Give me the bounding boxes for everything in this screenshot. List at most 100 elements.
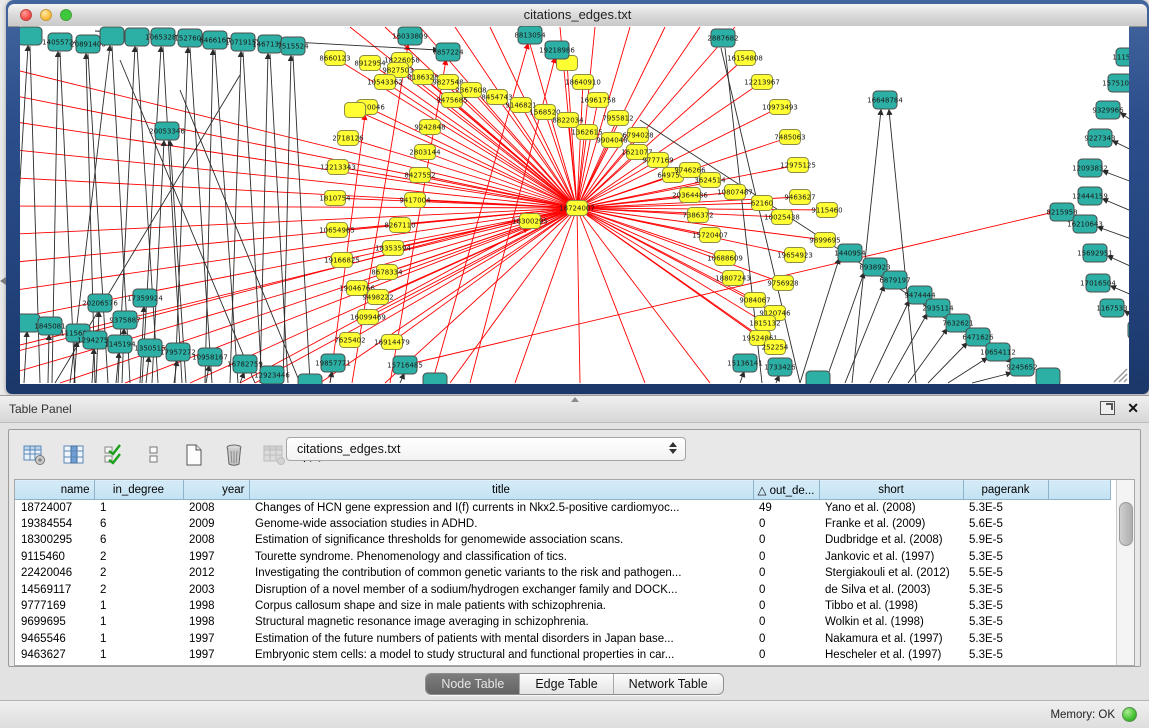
table-cell[interactable]: Genome-wide association studies in ADHD. [249,516,753,532]
column-select-icon[interactable] [61,442,87,468]
table-cell[interactable]: 1998 [183,598,249,614]
teal-node[interactable]: 17359924 [127,289,163,307]
table-cell[interactable]: Structural magnetic resonance image aver… [249,614,753,630]
table-cell[interactable]: 0 [753,565,819,581]
yellow-node[interactable]: 2718126 [332,131,364,146]
yellow-node[interactable]: 12213967 [744,75,780,90]
teal-node[interactable]: 1145194 [104,335,136,353]
teal-node[interactable]: 20053346 [149,122,185,140]
table-cell[interactable]: 2008 [183,532,249,548]
table-row[interactable]: 1872400712008Changes of HCN gene express… [15,500,1111,516]
table-cell[interactable]: 0 [753,647,819,663]
table-cell[interactable]: 5.3E-5 [963,581,1048,597]
network-canvas[interactable]: 1872400718300295866012389129541822605898… [20,26,1129,384]
yellow-node[interactable]: 8267110 [384,218,415,233]
yellow-node[interactable]: 16154808 [727,51,763,66]
table-cell[interactable]: 2012 [183,565,249,581]
teal-node[interactable] [100,27,124,45]
teal-node[interactable]: 15716485 [387,356,423,374]
tab-node-table[interactable]: Node Table [426,674,520,694]
table-cell[interactable]: 1 [94,598,183,614]
yellow-node[interactable]: 10025438 [764,210,800,225]
column-header-title[interactable]: title [249,481,753,500]
table-cell[interactable]: 18300295 [15,532,94,548]
table-cell[interactable]: 9115460 [15,549,94,565]
teal-node[interactable]: 10958167 [192,348,228,366]
yellow-node[interactable]: 9115460 [811,203,842,218]
table-cell[interactable]: 0 [753,581,819,597]
table-cell[interactable]: 1 [94,614,183,630]
delete-icon[interactable] [221,442,247,468]
yellow-node[interactable]: 12975125 [780,158,816,173]
yellow-node[interactable]: 10688609 [707,251,743,266]
resize-grip[interactable] [1114,369,1127,382]
yellow-node[interactable]: 9756928 [767,276,798,291]
yellow-node[interactable]: 15720407 [692,228,728,243]
column-header-name[interactable]: name [15,481,94,500]
table-cell[interactable]: Disruption of a novel member of a sodium… [249,581,753,597]
table-cell[interactable]: 5.6E-5 [963,516,1048,532]
table-panel-header[interactable]: Table Panel ✕ [0,396,1149,423]
table-cell[interactable]: Estimation of significance thresholds fo… [249,532,753,548]
teal-node[interactable]: 9329966 [1092,101,1124,119]
table-cell[interactable]: 5.9E-5 [963,532,1048,548]
table-cell[interactable]: 2009 [183,516,249,532]
yellow-node[interactable]: 1810754 [319,191,351,206]
yellow-node[interactable]: 2803144 [409,145,441,160]
teal-node[interactable] [1128,321,1129,339]
table-cell[interactable]: Dudbridge et al. (2008) [819,532,963,548]
yellow-node[interactable]: 8427552 [404,168,435,183]
table-vertical-scrollbar[interactable] [1116,480,1134,665]
table-cell[interactable]: 22420046 [15,565,94,581]
close-panel-icon[interactable]: ✕ [1127,402,1139,414]
teal-node[interactable]: 9227343 [1084,129,1115,147]
table-row[interactable]: 946362711997Embryonic stem cells: a mode… [15,647,1111,663]
table-cell[interactable]: Changes of HCN gene expression and I(f) … [249,500,753,516]
teal-node[interactable]: 7515524 [277,37,309,55]
table-cell[interactable]: 2 [94,565,183,581]
table-cell[interactable]: 0 [753,631,819,647]
table-cell[interactable]: 1 [94,500,183,516]
teal-node[interactable]: 20206576 [82,294,118,312]
teal-node[interactable] [806,371,830,384]
teal-node[interactable]: 9375887 [109,311,140,329]
teal-node[interactable]: 9245652 [1006,358,1037,376]
column-header-pagerank[interactable]: pagerank [963,481,1048,500]
table-row[interactable]: 1830029562008Estimation of significance … [15,532,1111,548]
teal-node[interactable]: 8813054 [514,26,546,44]
tab-network-table[interactable]: Network Table [614,674,723,694]
yellow-node[interactable]: 9899695 [809,233,840,248]
table-settings-icon[interactable] [21,442,47,468]
table-row[interactable]: 946554611997Estimation of the future num… [15,631,1111,647]
table-cell[interactable]: 49 [753,500,819,516]
table-cell[interactable]: de Silva et al. (2003) [819,581,963,597]
table-cell[interactable]: 5.3E-5 [963,549,1048,565]
table-row[interactable]: 2242004622012Investigating the contribut… [15,565,1111,581]
table-cell[interactable]: Franke et al. (2009) [819,516,963,532]
table-cell[interactable]: 5.5E-5 [963,565,1048,581]
table-cell[interactable]: 9699695 [15,614,94,630]
table-cell[interactable]: 1 [94,631,183,647]
yellow-node[interactable]: 12213343 [320,160,356,175]
yellow-node[interactable]: 10973493 [762,100,798,115]
table-cell[interactable]: 5.3E-5 [963,614,1048,630]
table-cell[interactable]: Estimation of the future numbers of pati… [249,631,753,647]
table-cell[interactable]: 1 [94,647,183,663]
table-cell[interactable]: 19384554 [15,516,94,532]
teal-node[interactable]: 15692951 [1077,244,1113,262]
table-cell[interactable]: 5.3E-5 [963,598,1048,614]
yellow-node[interactable]: 19654923 [777,248,813,263]
table-cell[interactable]: 2 [94,549,183,565]
new-file-icon[interactable] [181,442,207,468]
table-cell[interactable]: 0 [753,614,819,630]
table-cell[interactable]: 18724007 [15,500,94,516]
table-cell[interactable]: Hescheler et al. (1997) [819,647,963,663]
table-cell[interactable]: 1997 [183,647,249,663]
table-cell[interactable]: 1997 [183,549,249,565]
table-row[interactable]: 911546021997Tourette syndrome. Phenomeno… [15,549,1111,565]
table-row[interactable]: 1938455462009Genome-wide association stu… [15,516,1111,532]
yellow-node[interactable]: 10807487 [717,185,753,200]
table-cell[interactable]: 9463627 [15,647,94,663]
teal-node[interactable]: 16648784 [867,91,903,109]
yellow-node[interactable]: 18353594 [375,241,411,256]
